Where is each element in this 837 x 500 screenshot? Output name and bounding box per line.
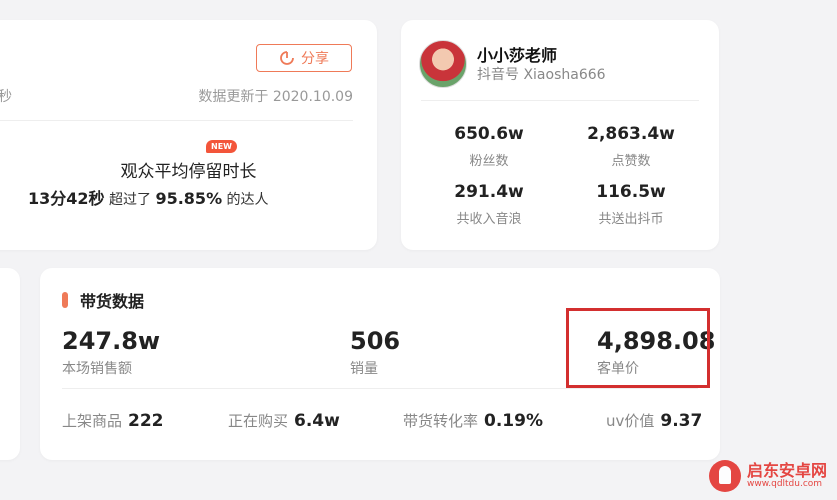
avg-stay-title: 观众平均停留时长 — [120, 162, 257, 182]
stat-label: 粉丝数 — [469, 154, 509, 169]
footer-value: 0.19% — [484, 411, 543, 431]
divider — [0, 120, 353, 121]
footer-label: 带货转化率 — [403, 412, 479, 430]
metric-label: 本场销售额 — [62, 361, 132, 378]
footer-stat-products: 上架商品 222 — [62, 410, 164, 431]
title-accent-bar — [62, 292, 68, 308]
left-card-fragment — [0, 268, 20, 460]
footer-value: 9.37 — [660, 411, 703, 431]
metric-value: 506 — [350, 327, 401, 355]
avg-stay-line: 13分42秒 超过了 95.85% 的达人 — [28, 185, 269, 209]
footer-value: 6.4w — [294, 411, 340, 431]
profile-stat-income: 291.4w 共收入音浪 — [414, 182, 564, 227]
data-updated-text: 数据更新于 2020.10.09 — [198, 89, 353, 105]
stay-mid-text: 超过了 — [109, 192, 151, 208]
cut-off-text: 秒 — [0, 89, 12, 105]
footer-stat-conversion: 带货转化率 0.19% — [403, 410, 543, 431]
divider — [421, 100, 699, 101]
footer-stat-uv: uv价值 9.37 — [606, 410, 702, 431]
share-refresh-icon — [280, 51, 294, 65]
watermark-url: www.qdltdu.com — [746, 479, 823, 489]
sales-title: 带货数据 — [62, 288, 144, 312]
footer-value: 222 — [128, 411, 164, 431]
avatar[interactable] — [419, 40, 467, 88]
profile-stat-coins: 116.5w 共送出抖币 — [556, 182, 706, 227]
stay-suffix: 的达人 — [226, 192, 269, 208]
stat-label: 共送出抖币 — [598, 212, 664, 227]
metric-value: 247.8w — [62, 327, 161, 355]
stay-percent: 95.85% — [155, 189, 223, 208]
watermark-logo-icon — [708, 460, 741, 492]
new-badge: NEW — [206, 140, 237, 153]
divider — [62, 388, 698, 389]
footer-label: uv价值 — [606, 412, 655, 430]
watermark-text: 启东安卓网 www.qdltdu.com — [746, 461, 827, 490]
share-label: 分享 — [301, 51, 329, 67]
footer-stat-buying: 正在购买 6.4w — [228, 410, 340, 431]
stat-value: 116.5w — [596, 182, 666, 202]
footer-label: 正在购买 — [228, 412, 289, 430]
stat-label: 点赞数 — [611, 154, 651, 169]
share-button[interactable]: 分享 — [256, 44, 352, 72]
stat-label: 共收入音浪 — [456, 212, 522, 227]
site-watermark: 启东安卓网 www.qdltdu.com — [708, 460, 827, 492]
profile-card: 小小莎老师 抖音号 Xiaosha666 650.6w 粉丝数 2,863.4w… — [401, 20, 719, 250]
profile-id: 抖音号 Xiaosha666 — [477, 67, 606, 83]
profile-name: 小小莎老师 — [477, 46, 558, 65]
unit-price-highlight-box — [566, 308, 710, 388]
stats-card: 分享 秒 数据更新于 2020.10.09 观众平均停留时长 NEW 13分42… — [0, 20, 377, 250]
stat-value: 2,863.4w — [587, 124, 675, 144]
footer-label: 上架商品 — [62, 412, 123, 430]
stat-value: 650.6w — [454, 124, 524, 144]
avg-stay-value: 13分42秒 — [28, 189, 105, 208]
sales-card: 带货数据 247.8w 本场销售额 506 销量 4,898.08 客单价 上架… — [40, 268, 720, 460]
metric-sales-volume: 506 销量 — [350, 328, 400, 378]
metric-sales-amount: 247.8w 本场销售额 — [62, 328, 160, 378]
watermark-title: 启东安卓网 — [746, 461, 827, 480]
stat-value: 291.4w — [454, 182, 524, 202]
profile-stat-fans: 650.6w 粉丝数 — [414, 124, 564, 169]
metric-label: 销量 — [350, 361, 378, 378]
sales-title-text: 带货数据 — [80, 292, 145, 311]
profile-stat-likes: 2,863.4w 点赞数 — [556, 124, 706, 169]
